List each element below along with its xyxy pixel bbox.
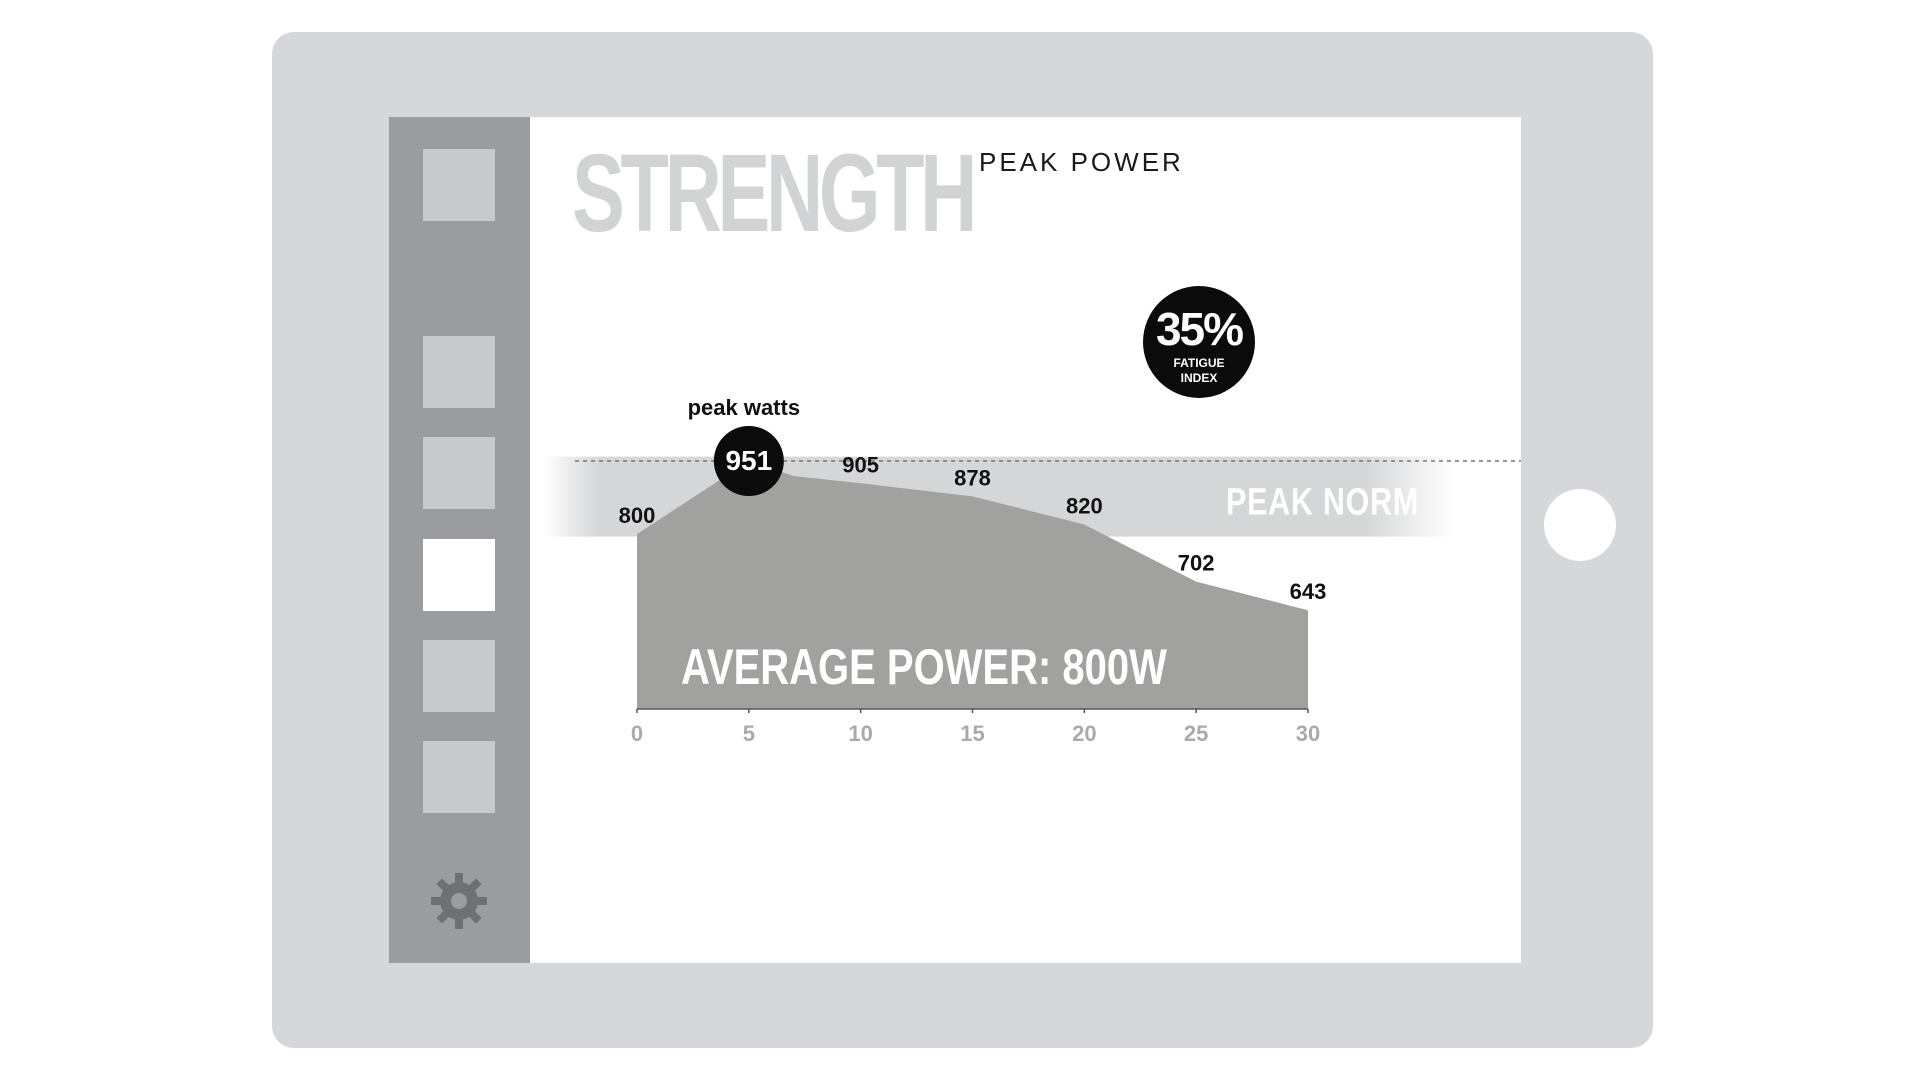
x-tick-label: 30 <box>1296 721 1320 746</box>
fatigue-index-badge: 35% FATIGUE INDEX <box>1143 286 1255 398</box>
data-label: 905 <box>842 452 879 477</box>
peak-watts-annotation: peak watts <box>688 395 801 420</box>
data-label: 800 <box>619 503 656 528</box>
data-label-peak: 951 <box>725 445 772 476</box>
x-tick-label: 10 <box>848 721 872 746</box>
data-label: 702 <box>1178 551 1215 576</box>
x-tick-label: 20 <box>1072 721 1096 746</box>
home-button[interactable] <box>1544 489 1616 561</box>
x-tick-label: 5 <box>743 721 755 746</box>
data-label: 820 <box>1066 493 1103 518</box>
data-label: 643 <box>1290 579 1327 604</box>
peak-norm-label: PEAK NORM <box>1226 481 1419 523</box>
x-tick-label: 0 <box>631 721 643 746</box>
peak-power-chart: PEAK NORM AVERAGE POWER: 800W 0 5 10 15 20 25 3… <box>544 395 1521 746</box>
data-label: 878 <box>954 465 991 490</box>
average-power-label: AVERAGE POWER: 800W <box>681 639 1167 695</box>
x-tick-label: 15 <box>960 721 984 746</box>
app-screen: STRENGTH PEAK POWER PEAK NORM AVERAGE PO… <box>389 117 1521 963</box>
fatigue-label: FATIGUE INDEX <box>1173 356 1225 385</box>
fatigue-value: 35% <box>1155 303 1244 355</box>
x-tick-label: 25 <box>1184 721 1208 746</box>
